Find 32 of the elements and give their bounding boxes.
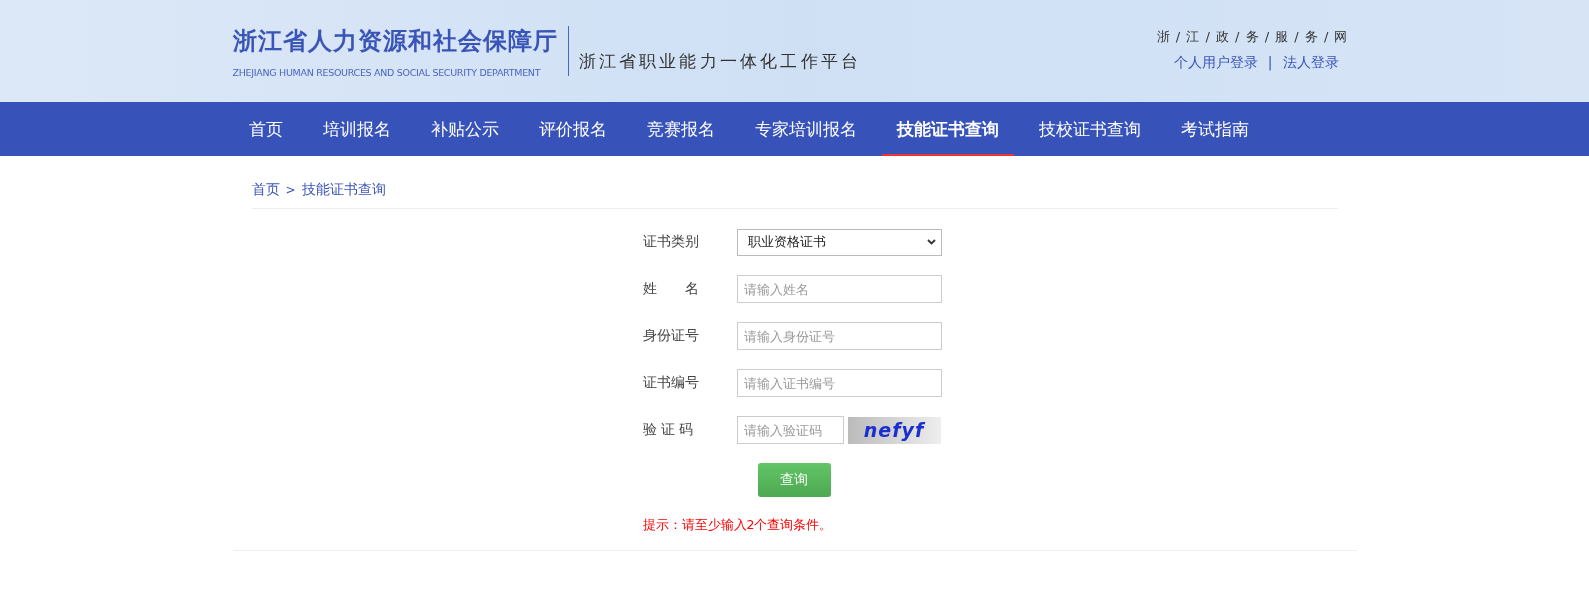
nav-tab[interactable]: 首页 [233,102,298,156]
nav-tab[interactable]: 竞赛报名 [631,102,730,156]
nav-tab[interactable]: 技校证书查询 [1023,102,1156,156]
login-separator: | [1267,54,1273,72]
chevron-down-icon [926,239,936,245]
captcha-image[interactable]: nefyf [847,416,941,444]
nav-tab[interactable]: 培训报名 [307,102,406,156]
field-label: 证书类别 [642,233,700,251]
nav-tab[interactable]: 评价报名 [523,102,622,156]
org-name: 浙江省人力资源和社会保障厅 [232,25,558,57]
input-field[interactable]: 请输入姓名 [736,275,942,303]
input-field[interactable]: 请输入身份证号 [736,322,942,350]
field-label: 证书编号 [642,374,700,392]
login-link[interactable]: 个人用户登录 [1173,54,1258,72]
hint-text: 提示：请至少输入2个查询条件。 [642,517,834,534]
field-label: 验 证 码 [642,421,695,439]
input-field[interactable]: 请输入证书编号 [736,369,942,397]
nav-tab[interactable]: 考试指南 [1165,102,1264,156]
org-name-english: ZHEJIANG HUMAN RESOURCES AND SOCIAL SECURITY DEPARTMENT [232,66,542,78]
platform-title: 浙江省职业能力一体化工作平台 [578,49,862,73]
field-label: 姓 名 [642,280,700,298]
login-link[interactable]: 法人登录 [1282,54,1339,72]
category-select[interactable]: 职业资格证书 [736,228,942,256]
breadcrumb-separator: > [285,183,296,197]
nav-tab[interactable]: 技能证书查询 [881,102,1014,156]
nav-tab[interactable]: 补贴公示 [415,102,514,156]
nav-tab[interactable]: 专家培训报名 [739,102,872,156]
portal-link[interactable]: 浙 / 江 / 政 / 务 / 服 / 务 / 网 [1156,28,1349,46]
breadcrumb-link[interactable]: 首页 [251,181,280,199]
captcha-field[interactable]: 请输入验证码 [736,416,844,444]
field-label: 身份证号 [642,327,700,345]
breadcrumb-link[interactable]: 技能证书查询 [301,181,386,199]
